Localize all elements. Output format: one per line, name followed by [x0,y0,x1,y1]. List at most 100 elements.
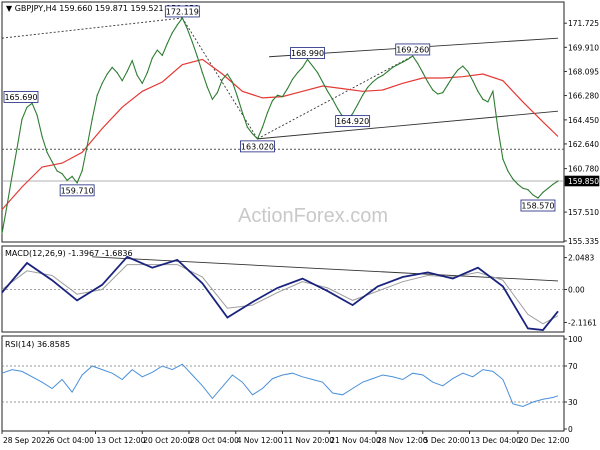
rsi-y-tick-label: 100 [568,335,583,344]
price-point [326,90,329,92]
price-point [552,183,554,185]
price-point [56,170,58,172]
price-point [316,72,319,74]
price-point [437,93,439,95]
price-point [286,88,289,90]
price-point [301,66,304,68]
price-y-tick-label: 160.780 [568,165,599,174]
price-point [337,107,339,110]
price-point [6,204,8,207]
price-point [91,118,93,120]
price-point [311,65,314,67]
price-point [86,145,88,147]
price-point [372,81,374,83]
price-point [96,94,98,96]
price-point [502,158,504,160]
x-tick-label: 11 Nov 20:00 [284,436,335,445]
price-point [126,70,128,72]
macd-header: MACD(12,26,9) -1.3967 -1.6836 [5,249,133,258]
price-point [352,113,354,115]
price-point [236,96,239,98]
swing-label: 168.990 [291,49,324,58]
watermark: ActionForex.com [238,205,388,227]
x-tick-label: 20 Oct 20:00 [143,436,192,445]
price-point [166,42,168,45]
price-point [186,28,188,30]
price-point [377,77,379,79]
rsi-y-tick-label: 70 [568,362,578,371]
price-point [11,175,13,177]
price-point [61,173,63,175]
price-point [412,55,414,57]
price-point [31,102,33,104]
price-point [407,58,409,61]
macd-y-tick-label: 0.00 [568,286,585,295]
price-point [171,32,173,34]
price-point [331,98,334,100]
price-point [281,96,284,98]
price-y-tick-label: 168.095 [568,67,599,76]
price-point [41,135,43,138]
price-point [151,57,153,59]
price-point [1,232,3,235]
price-point [432,89,434,91]
price-point [427,81,429,83]
price-point [121,80,123,82]
price-point [161,54,163,57]
price-point [397,64,399,66]
swing-label: 158.570 [521,202,554,211]
price-point [296,72,299,74]
x-tick-label: 5 Dec 20:00 [424,436,470,445]
price-point [156,49,158,51]
price-y-tick-label: 162.640 [568,140,599,149]
price-point [231,81,234,83]
price-point [467,70,469,72]
x-tick-label: 20 Dec 12:00 [519,436,570,445]
price-point [321,81,324,83]
price-point [191,41,193,43]
price-point [367,86,369,88]
price-y-tick-label: 164.450 [568,116,599,125]
x-tick-label: 13 Oct 12:00 [97,436,146,445]
price-point [492,90,494,92]
rsi-y-tick-label: 0 [568,425,573,434]
price-point [462,65,464,67]
price-point [512,178,514,180]
swing-label: 164.920 [336,117,369,126]
price-point [387,70,389,72]
price-point [532,194,534,196]
price-point [457,69,459,71]
price-point [402,61,404,63]
price-point [357,103,359,106]
price-point [422,72,424,74]
price-point [201,72,203,74]
price-point [21,118,23,120]
chart-canvas: ▼ GBPJPY,H4 159.660 159.871 159.521 159.… [0,0,600,450]
price-point [487,101,489,103]
price-point [442,92,444,94]
price-point [71,175,73,177]
price-point [51,161,53,163]
swing-label: 169.260 [396,45,429,54]
price-point [472,80,474,82]
price-y-tick-label: 155.335 [568,237,599,246]
price-point [76,182,78,184]
price-point [266,111,269,114]
x-tick-label: 28 Sep 2022 [3,436,51,445]
swing-label: 165.690 [4,93,37,102]
macd-y-tick-label: 2.0483 [568,254,594,263]
price-point [276,94,279,96]
x-tick-label: 28 Oct 04:00 [190,436,239,445]
price-point [176,24,178,26]
price-point [537,197,539,199]
price-point [542,191,544,193]
price-y-tick-label: 159.850 [568,177,599,186]
price-point [447,84,449,86]
price-point [482,98,484,100]
price-point [557,180,559,182]
rsi-y-tick-label: 30 [568,398,578,407]
price-y-tick-label: 166.280 [568,92,599,101]
x-tick-label: 13 Dec 04:00 [471,436,522,445]
price-point [256,138,259,140]
price-point [246,126,249,128]
